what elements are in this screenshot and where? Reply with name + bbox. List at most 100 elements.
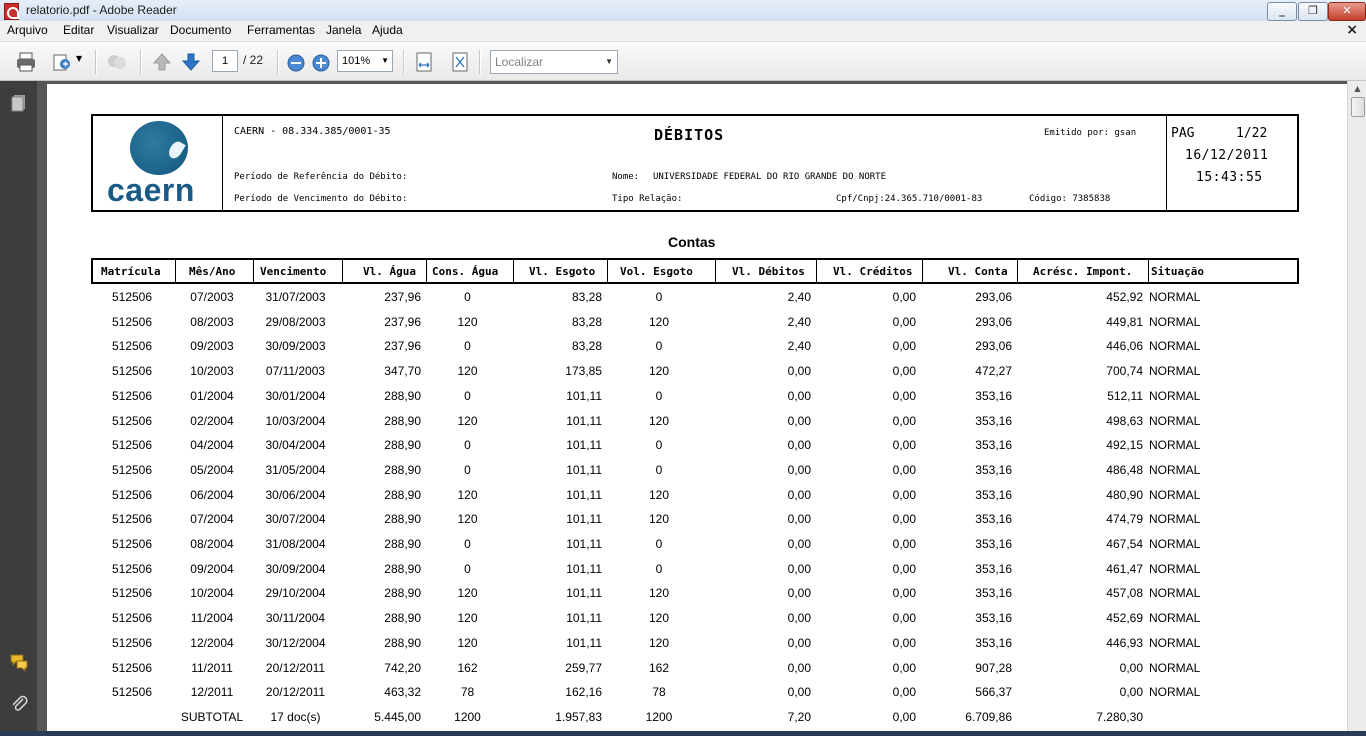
cell-vl-conta: 353,16: [975, 487, 1012, 502]
zoom-in-icon[interactable]: [310, 52, 332, 74]
table-row: 512506 10/2003 07/11/2003 347,70 120 173,85 12…: [91, 361, 1295, 385]
cell-vl-agua: 237,96: [384, 290, 421, 304]
cell-situacao: NORMAL: [1149, 364, 1201, 379]
cell-vl-conta: 293,06: [975, 314, 1012, 329]
cell-vl-debitos: 0,00: [787, 438, 811, 453]
cell-acresc: 498,63: [1106, 413, 1143, 428]
company-id: CAERN - 08.334.385/0001-35: [234, 126, 391, 137]
cell-vl-agua: 463,32: [384, 685, 421, 700]
share-dropdown-icon[interactable]: ▼: [76, 54, 82, 76]
table-row: 512506 08/2004 31/08/2004 288,90 0 101,11 0 0,0…: [91, 534, 1295, 558]
column-divider: [1017, 260, 1018, 282]
find-input[interactable]: Localizar ▼: [490, 50, 618, 74]
cell-matricula: 512506: [111, 635, 153, 650]
share-icon[interactable]: [51, 51, 73, 73]
cell-mes-ano: 08/2003: [190, 314, 234, 329]
close-button[interactable]: ✕: [1328, 2, 1366, 21]
cell-vl-creditos: 0,00: [892, 561, 916, 576]
cell-vl-esgoto: 83,28: [571, 290, 602, 304]
table-row: 512506 04/2004 30/04/2004 288,90 0 101,11 0 0,0…: [91, 435, 1295, 459]
cell-situacao: NORMAL: [1149, 586, 1201, 601]
arrow-up-icon[interactable]: [151, 51, 173, 73]
cell-cons-agua: 120: [457, 586, 478, 601]
column-divider: [607, 260, 608, 282]
cell-cons-agua: 162: [457, 660, 478, 675]
column-divider: [513, 260, 514, 282]
window-title: relatorio.pdf - Adobe Reader: [26, 3, 177, 17]
chevron-down-icon[interactable]: ▼: [605, 51, 613, 73]
cell-situacao: NORMAL: [1149, 462, 1201, 477]
subtotal-vl-esgoto: 1.957,83: [555, 709, 602, 724]
cell-acresc: 457,08: [1106, 586, 1143, 601]
zoom-select[interactable]: 101% ▼: [337, 50, 393, 72]
cell-vol-esgoto: 120: [648, 586, 670, 601]
page-number-input[interactable]: 1: [212, 50, 238, 72]
fit-width-icon[interactable]: [413, 51, 435, 73]
cell-matricula: 512506: [111, 413, 153, 428]
cell-cons-agua: 0: [464, 339, 471, 354]
pages-icon[interactable]: [9, 93, 29, 113]
cell-acresc: 449,81: [1106, 314, 1143, 329]
cell-matricula: 512506: [111, 438, 153, 453]
cell-cons-agua: 0: [464, 561, 471, 576]
table-row: 512506 06/2004 30/06/2004 288,90 120 101,11 12…: [91, 485, 1295, 509]
cell-vl-debitos: 2,40: [787, 339, 811, 354]
cell-vl-esgoto: 101,11: [566, 462, 602, 477]
paperclip-icon[interactable]: [9, 693, 29, 713]
cell-vencimento: 07/11/2003: [265, 364, 326, 379]
arrow-down-icon[interactable]: [180, 51, 202, 73]
cell-vl-debitos: 0,00: [787, 364, 811, 379]
vertical-scrollbar[interactable]: ▲: [1347, 81, 1366, 736]
cell-vencimento: 30/12/2004: [265, 635, 326, 650]
col-cons-agua: Cons. Água: [432, 265, 499, 278]
column-divider: [175, 260, 176, 282]
zoom-out-icon[interactable]: [285, 52, 307, 74]
fit-page-icon[interactable]: [449, 51, 471, 73]
cell-vencimento: 30/01/2004: [265, 388, 326, 403]
cell-vl-esgoto: 101,11: [566, 561, 602, 576]
cell-vl-debitos: 0,00: [787, 487, 811, 502]
print-icon[interactable]: [15, 51, 37, 73]
cell-situacao: NORMAL: [1149, 635, 1201, 650]
subtotal-docs: 17 doc(s): [270, 709, 321, 724]
cell-vl-debitos: 0,00: [787, 660, 811, 675]
menu-ajuda[interactable]: Ajuda: [372, 23, 403, 37]
cell-vl-conta: 353,16: [975, 586, 1012, 601]
cell-matricula: 512506: [111, 339, 153, 354]
logo-text: caern: [107, 172, 195, 208]
table-row: 512506 01/2004 30/01/2004 288,90 0 101,11 0 0,0…: [91, 386, 1295, 410]
cell-vencimento: 31/05/2004: [265, 462, 326, 477]
cell-vencimento: 10/03/2004: [265, 413, 326, 428]
minimize-button[interactable]: _: [1267, 2, 1297, 21]
cell-cons-agua: 0: [464, 462, 471, 477]
menu-editar[interactable]: Editar: [63, 23, 94, 37]
cell-vl-esgoto: 83,28: [571, 339, 602, 354]
cell-vl-creditos: 0,00: [892, 685, 916, 700]
cell-situacao: NORMAL: [1149, 537, 1201, 551]
cell-vl-creditos: 0,00: [892, 462, 916, 477]
column-divider: [342, 260, 343, 282]
restore-button[interactable]: ❐: [1298, 2, 1328, 21]
cell-situacao: NORMAL: [1149, 561, 1201, 576]
cell-acresc: 486,48: [1106, 462, 1143, 477]
cell-vl-creditos: 0,00: [892, 660, 916, 675]
relation-label: Tipo Relação:: [612, 194, 683, 204]
chevron-down-icon: ▼: [381, 56, 389, 65]
menu-janela[interactable]: Janela: [326, 23, 361, 37]
scroll-thumb[interactable]: [1351, 97, 1365, 117]
document-view[interactable]: caern CAERN - 08.334.385/0001-35 DÉBITOS…: [37, 81, 1347, 736]
cell-vencimento: 20/12/2011: [265, 685, 326, 700]
document-close-icon[interactable]: ×: [1346, 22, 1358, 38]
cell-vl-creditos: 0,00: [892, 339, 916, 354]
toolbar: ▼ 1 / 22 101% ▼ Localizar ▼: [0, 42, 1366, 81]
menu-ferramentas[interactable]: Ferramentas: [247, 23, 315, 37]
cell-situacao: NORMAL: [1149, 314, 1201, 329]
collaborate-icon: [108, 55, 126, 69]
scroll-up-icon[interactable]: ▲: [1348, 81, 1366, 97]
cell-matricula: 512506: [111, 685, 153, 700]
page-info: PAG 1/22 16/12/2011 15:43:55: [1166, 116, 1298, 210]
menu-documento[interactable]: Documento: [170, 23, 231, 37]
menu-visualizar[interactable]: Visualizar: [107, 23, 159, 37]
menu-arquivo[interactable]: Arquivo: [7, 23, 48, 37]
comment-icon[interactable]: [9, 652, 29, 672]
